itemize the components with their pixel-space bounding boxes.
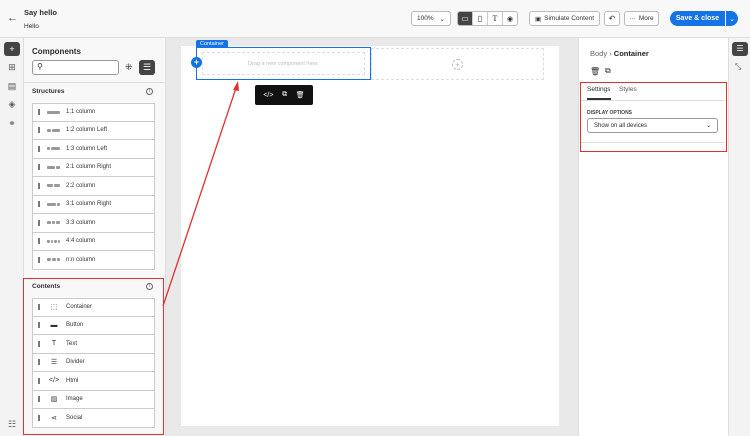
arrow-line	[162, 87, 237, 307]
annotation-arrow	[162, 81, 239, 307]
arrow-head	[233, 81, 239, 91]
